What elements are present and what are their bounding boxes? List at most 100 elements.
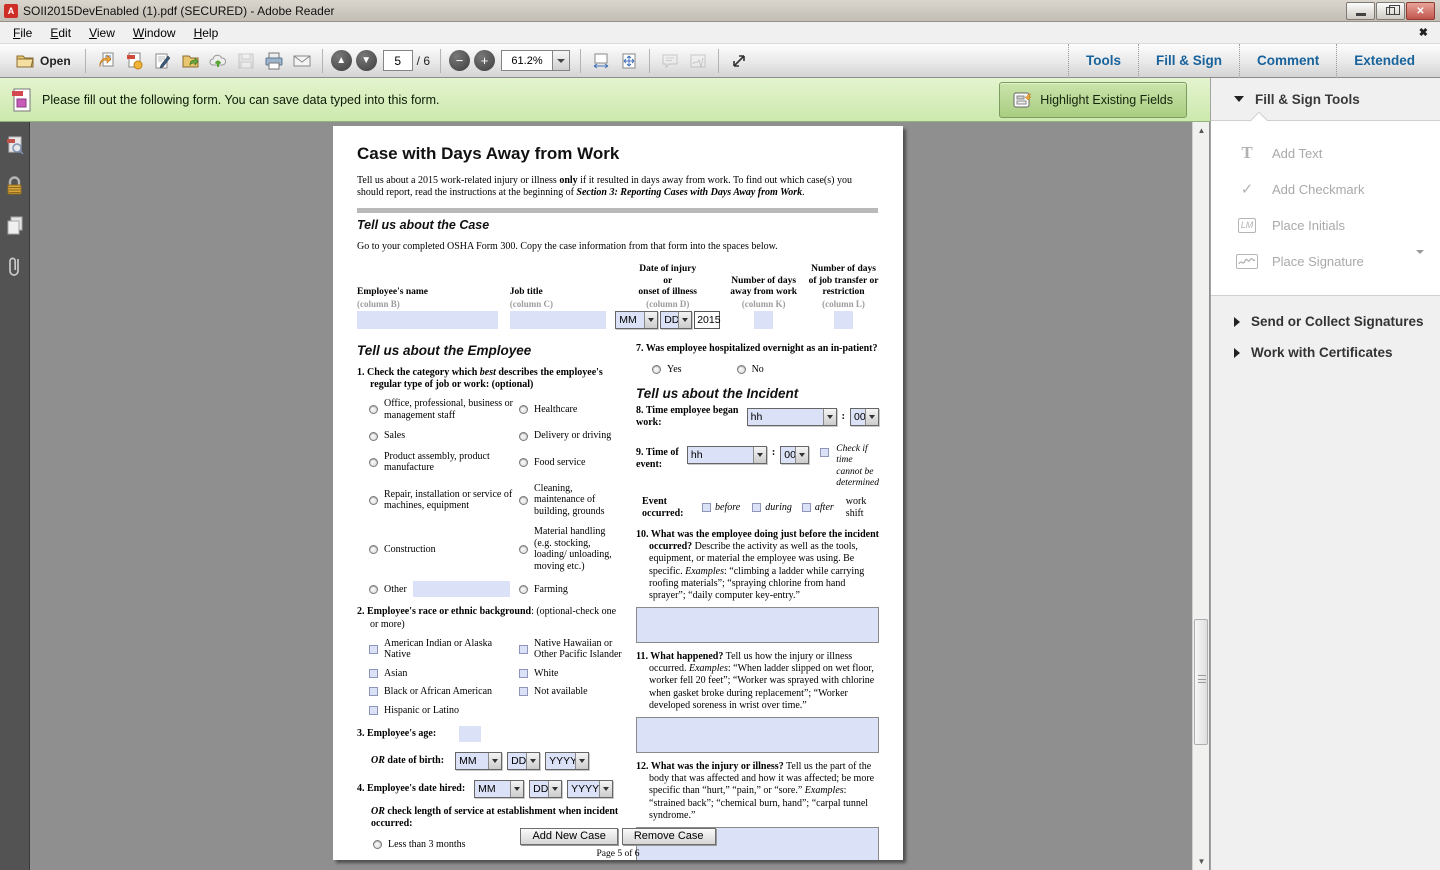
zoom-out-button[interactable]: − bbox=[449, 50, 470, 71]
restore-button[interactable] bbox=[1376, 2, 1405, 20]
zoom-level-value[interactable]: 61.2% bbox=[501, 50, 553, 71]
fit-page-button[interactable] bbox=[615, 47, 643, 75]
checkbox-option[interactable]: Not available bbox=[519, 686, 623, 698]
job-title-input[interactable] bbox=[510, 311, 606, 329]
hired-day-select[interactable]: DD bbox=[529, 780, 562, 798]
dob-month-select[interactable]: MM bbox=[455, 752, 502, 770]
radio-icon[interactable] bbox=[369, 496, 378, 505]
tab-fill-sign[interactable]: Fill & Sign bbox=[1138, 44, 1239, 78]
employee-name-input[interactable] bbox=[357, 311, 498, 329]
signature-tool-button[interactable] bbox=[684, 47, 712, 75]
zoom-in-button[interactable]: + bbox=[474, 50, 495, 71]
fit-width-button[interactable] bbox=[587, 47, 615, 75]
radio-option[interactable]: From 3 to 11 months bbox=[373, 859, 623, 860]
employee-age-input[interactable] bbox=[459, 726, 481, 742]
scrollbar-thumb[interactable] bbox=[1194, 619, 1208, 745]
scroll-up-icon[interactable]: ▲ bbox=[1193, 126, 1210, 135]
zoom-level-control[interactable]: 61.2% bbox=[501, 50, 570, 71]
radio-option[interactable]: Cleaning, maintenance of building, groun… bbox=[519, 483, 623, 518]
document-canvas[interactable]: Case with Days Away from Work Tell us ab… bbox=[31, 122, 1192, 870]
radio-option[interactable]: No bbox=[737, 364, 764, 376]
close-button[interactable]: ✕ bbox=[1406, 2, 1435, 20]
radio-option[interactable]: Yes bbox=[652, 364, 682, 376]
event-time-hour-select[interactable]: hh bbox=[687, 446, 767, 464]
comment-tool-button[interactable] bbox=[656, 47, 684, 75]
checkbox-icon[interactable] bbox=[369, 687, 378, 696]
attachments-paperclip-icon[interactable] bbox=[7, 256, 23, 278]
security-lock-icon[interactable] bbox=[6, 176, 23, 196]
radio-option[interactable]: Delivery or driving bbox=[519, 430, 623, 442]
before-checkbox[interactable] bbox=[702, 503, 711, 512]
radio-icon[interactable] bbox=[519, 545, 528, 554]
tab-comment[interactable]: Comment bbox=[1239, 44, 1336, 78]
menu-edit[interactable]: Edit bbox=[41, 23, 80, 43]
radio-icon[interactable] bbox=[652, 365, 661, 374]
q10-answer-textarea[interactable] bbox=[636, 607, 879, 643]
radio-icon[interactable] bbox=[519, 585, 528, 594]
radio-option[interactable]: Healthcare bbox=[519, 398, 623, 421]
page-number-input[interactable]: 5 bbox=[383, 50, 413, 71]
injury-day-select[interactable]: DD bbox=[660, 311, 692, 329]
checkbox-option[interactable]: Native Hawaiian or Other Pacific Islande… bbox=[519, 638, 623, 661]
checkbox-option[interactable]: American Indian or Alaska Native bbox=[369, 638, 515, 661]
radio-icon[interactable] bbox=[369, 545, 378, 554]
checkbox-icon[interactable] bbox=[369, 645, 378, 654]
radio-icon[interactable] bbox=[737, 365, 746, 374]
add-checkmark-tool[interactable]: ✓ Add Checkmark bbox=[1211, 171, 1440, 207]
fullscreen-button[interactable] bbox=[725, 47, 753, 75]
create-pdf-button[interactable] bbox=[120, 47, 148, 75]
radio-option[interactable]: Sales bbox=[369, 430, 515, 442]
radio-option[interactable]: Repair, installation or service of machi… bbox=[369, 483, 515, 518]
previous-page-button[interactable]: ▲ bbox=[331, 50, 352, 71]
radio-option[interactable]: Office, professional, business or manage… bbox=[369, 398, 515, 421]
place-signature-tool[interactable]: Place Signature bbox=[1211, 243, 1440, 279]
during-checkbox[interactable] bbox=[752, 503, 761, 512]
checkbox-icon[interactable] bbox=[519, 645, 528, 654]
vertical-scrollbar[interactable]: ▲ ▼ bbox=[1192, 122, 1209, 870]
other-input[interactable] bbox=[413, 581, 510, 597]
radio-icon[interactable] bbox=[369, 432, 378, 441]
menu-view[interactable]: View bbox=[80, 23, 124, 43]
menu-help[interactable]: Help bbox=[185, 23, 228, 43]
radio-icon[interactable] bbox=[519, 458, 528, 467]
radio-option[interactable]: Farming bbox=[519, 581, 623, 597]
place-initials-tool[interactable]: LM Place Initials bbox=[1211, 207, 1440, 243]
radio-icon[interactable] bbox=[369, 405, 378, 414]
hired-year-select[interactable]: YYYY bbox=[567, 780, 613, 798]
began-work-hour-select[interactable]: hh bbox=[747, 408, 837, 426]
time-undetermined-checkbox[interactable] bbox=[820, 448, 829, 457]
days-transfer-input[interactable] bbox=[834, 311, 853, 329]
open-button[interactable]: Open bbox=[8, 47, 79, 75]
radio-icon[interactable] bbox=[519, 405, 528, 414]
checkbox-option[interactable]: White bbox=[519, 668, 623, 680]
checkbox-option[interactable]: Hispanic or Latino bbox=[369, 705, 515, 717]
radio-option[interactable]: Product assembly, product manufacture bbox=[369, 451, 515, 474]
radio-icon[interactable] bbox=[369, 458, 378, 467]
sign-document-button[interactable] bbox=[148, 47, 176, 75]
checkbox-icon[interactable] bbox=[519, 669, 528, 678]
dob-year-select[interactable]: YYYY bbox=[545, 752, 589, 770]
checkbox-option[interactable]: Black or African American bbox=[369, 686, 515, 698]
send-collect-signatures-section[interactable]: Send or Collect Signatures bbox=[1234, 314, 1440, 329]
save-button[interactable] bbox=[232, 47, 260, 75]
radio-option[interactable]: Food service bbox=[519, 451, 623, 474]
days-away-input[interactable] bbox=[754, 311, 773, 329]
scroll-down-icon[interactable]: ▼ bbox=[1193, 857, 1210, 866]
radio-icon[interactable] bbox=[519, 496, 528, 505]
page-thumbnails-icon[interactable] bbox=[6, 136, 24, 156]
hide-toolbar-icon[interactable]: ✖ bbox=[1419, 26, 1428, 39]
print-button[interactable] bbox=[260, 47, 288, 75]
checkbox-icon[interactable] bbox=[369, 706, 378, 715]
radio-icon[interactable] bbox=[369, 585, 378, 594]
tab-tools[interactable]: Tools bbox=[1068, 44, 1138, 78]
radio-option[interactable]: Material handling (e.g. stocking, loadin… bbox=[519, 526, 623, 572]
add-text-tool[interactable]: T Add Text bbox=[1211, 135, 1440, 171]
remove-case-button[interactable]: Remove Case bbox=[622, 828, 716, 845]
add-new-case-button[interactable]: Add New Case bbox=[520, 828, 617, 845]
menu-file[interactable]: File bbox=[4, 23, 41, 43]
work-with-certificates-section[interactable]: Work with Certificates bbox=[1234, 345, 1440, 360]
next-page-button[interactable]: ▼ bbox=[356, 50, 377, 71]
checkbox-icon[interactable] bbox=[369, 669, 378, 678]
pages-icon[interactable] bbox=[6, 216, 24, 236]
after-checkbox[interactable] bbox=[802, 503, 811, 512]
